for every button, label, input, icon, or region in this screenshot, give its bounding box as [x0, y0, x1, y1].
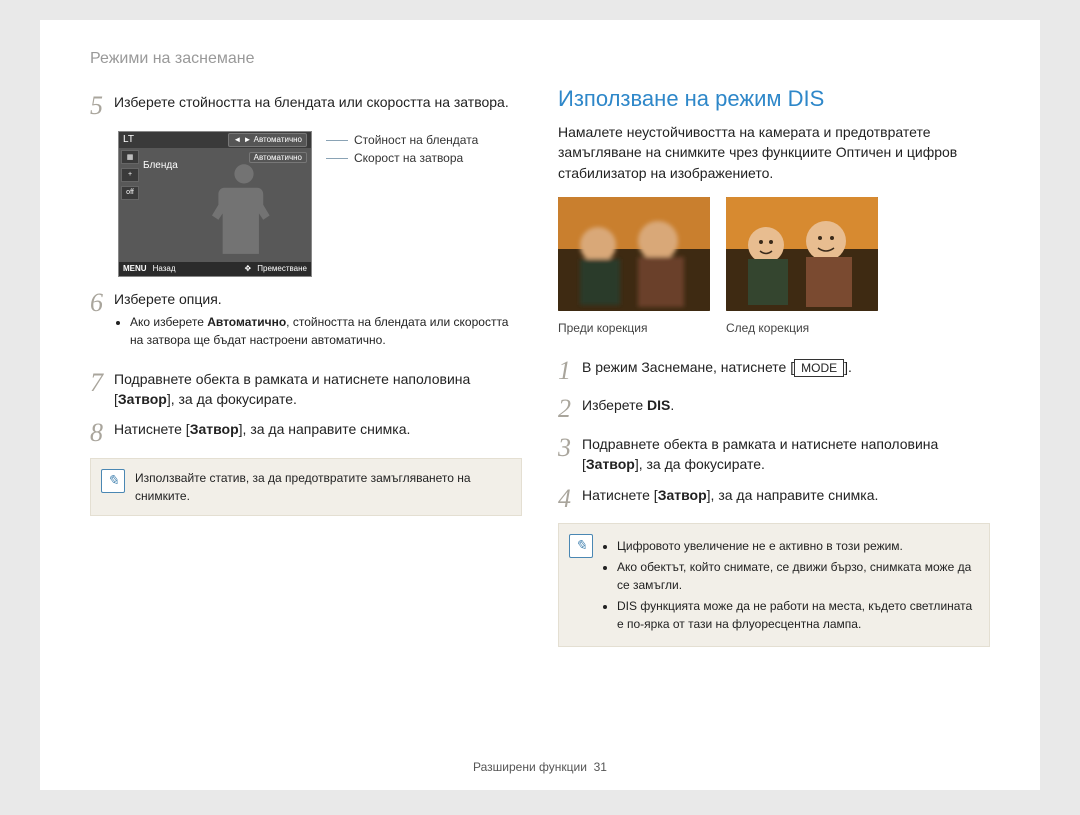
step-number: 5 [90, 92, 114, 121]
step-7: 7 Подравнете обекта в рамката и натиснет… [90, 369, 522, 410]
lcd-side-icons: ▦ + off [121, 150, 139, 200]
note-item: Ако обектът, който снимате, се движи бър… [617, 558, 977, 594]
dis-mode-lead: Намалете неустойчивостта на камерата и п… [558, 122, 990, 183]
back-label: Назад [153, 264, 176, 273]
section-header: Режими на заснемане [90, 50, 990, 68]
left-column: 5 Изберете стойността на блендата или ск… [90, 86, 522, 647]
step-text: Изберете опция. Ако изберете Автоматично… [114, 289, 522, 359]
callout-aperture: Стойност на блендата [326, 131, 478, 149]
right-column: Използване на режим DIS Намалете неустой… [558, 86, 990, 647]
page-number: 31 [594, 760, 607, 774]
step-text: Изберете DIS. [582, 395, 674, 424]
photo-after-svg [726, 197, 878, 311]
step-1: 1 В режим Заснемане, натиснете [MODE]. [558, 357, 990, 386]
lcd-bottom-bar: MENU Назад ✥ Преместване [119, 262, 311, 276]
step-4: 4 Натиснете [Затвор], за да направите сн… [558, 485, 990, 514]
manual-page: Режими на заснемане 5 Изберете стойностт… [40, 20, 1040, 790]
step-number: 3 [558, 434, 582, 475]
step-number: 7 [90, 369, 114, 410]
step-text: Натиснете [Затвор], за да направите сним… [582, 485, 878, 514]
step-6: 6 Изберете опция. Ако изберете Автоматич… [90, 289, 522, 359]
move-label: Преместване [257, 264, 307, 273]
move-icon: ✥ [245, 264, 252, 273]
step-8: 8 Натиснете [Затвор], за да направите сн… [90, 419, 522, 448]
dis-mode-title: Използване на режим DIS [558, 86, 990, 112]
step-text: Натиснете [Затвор], за да направите сним… [114, 419, 410, 448]
step-text: Изберете стойността на блендата или скор… [114, 92, 509, 121]
step-text: В режим Заснемане, натиснете [MODE]. [582, 357, 852, 386]
pill-arrows: ◄ ► [233, 135, 251, 144]
step-number: 4 [558, 485, 582, 514]
lcd-aperture-pill: ◄ ► Автоматично [228, 133, 307, 147]
off-icon: off [121, 186, 139, 200]
bullet-item: Ако изберете Автоматично, стойността на … [130, 313, 522, 349]
note-item: Цифровото увеличение не е активно в този… [617, 537, 977, 555]
menu-label: MENU [123, 264, 147, 273]
step-number: 1 [558, 357, 582, 386]
page-footer: Разширени функции 31 [40, 760, 1040, 774]
note-icon: ✎ [569, 534, 593, 558]
note-list: Цифровото увеличение не е активно в този… [603, 537, 977, 633]
footer-section-label: Разширени функции [473, 760, 587, 774]
step-6-label: Изберете опция. [114, 291, 222, 307]
photo-after [726, 197, 878, 311]
step1-prefix: В режим Заснемане, натиснете [ [582, 359, 794, 375]
step-text: Подравнете обекта в рамката и натиснете … [114, 369, 522, 410]
photo-captions: Преди корекция След корекция [558, 317, 990, 351]
photo-before [558, 197, 710, 311]
before-after-photos [558, 197, 990, 311]
lcd-callouts: Стойност на блендата Скорост на затвора [326, 131, 478, 167]
callout-shutter: Скорост на затвора [326, 149, 478, 167]
camera-lcd-figure: LT ◄ ► Автоматично Im Автоматично ▦ + of… [118, 131, 522, 277]
lcd-lt-badge: LT [123, 134, 134, 145]
step-6-bullets: Ако изберете Автоматично, стойността на … [114, 313, 522, 349]
note-text: Използвайте статив, за да предотвратите … [135, 471, 471, 503]
note-item: DIS функцията може да не работи на места… [617, 597, 977, 633]
step1-suffix: ]. [844, 359, 852, 375]
camera-lcd: LT ◄ ► Автоматично Im Автоматично ▦ + of… [118, 131, 312, 277]
note-icon: ✎ [101, 469, 125, 493]
person-silhouette-icon [209, 160, 279, 256]
caption-after: След корекция [726, 321, 878, 335]
tip-note: ✎ Цифровото увеличение не е активно в то… [558, 523, 990, 647]
tip-note: ✎ Използвайте статив, за да предотвратит… [90, 458, 522, 516]
step-2: 2 Изберете DIS. [558, 395, 990, 424]
grid-icon: ▦ [121, 150, 139, 164]
caption-before: Преди корекция [558, 321, 710, 335]
step-number: 6 [90, 289, 114, 359]
step-3: 3 Подравнете обекта в рамката и натиснет… [558, 434, 990, 475]
lcd-top-bar: LT ◄ ► Автоматично [119, 132, 311, 148]
step-number: 8 [90, 419, 114, 448]
photo-before-svg [558, 197, 710, 311]
step-text: Подравнете обекта в рамката и натиснете … [582, 434, 990, 475]
lcd-aperture-label: Бленда [143, 160, 178, 171]
two-column-layout: 5 Изберете стойността на блендата или ск… [90, 86, 990, 647]
bullet-text: Ако изберете Автоматично, стойността на … [130, 315, 508, 347]
plus-icon: + [121, 168, 139, 182]
step-number: 2 [558, 395, 582, 424]
pill-text: Автоматично [254, 135, 302, 144]
mode-button-label: MODE [794, 359, 844, 377]
step-5: 5 Изберете стойността на блендата или ск… [90, 92, 522, 121]
